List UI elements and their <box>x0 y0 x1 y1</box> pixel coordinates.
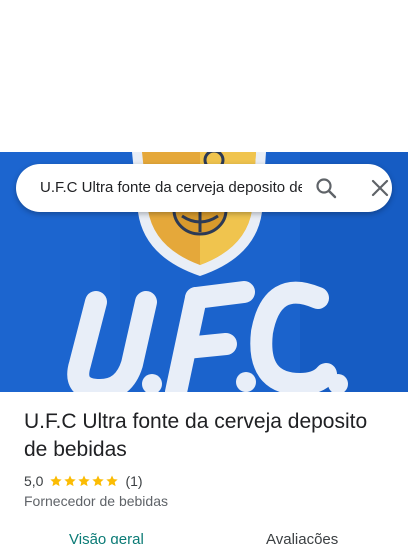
map-blank-area <box>0 0 408 152</box>
star-icon <box>106 475 119 487</box>
rating-value: 5,0 <box>24 473 44 489</box>
search-bar[interactable]: U.F.C Ultra fonte da cerveja deposito de… <box>16 164 392 212</box>
star-icon <box>78 475 91 487</box>
star-rating <box>49 474 119 488</box>
review-count[interactable]: (1) <box>125 473 142 489</box>
rating-row[interactable]: 5,0 (1) <box>24 471 143 491</box>
star-icon <box>92 475 105 487</box>
tab-reviews[interactable]: Avaliações <box>266 531 338 544</box>
search-input[interactable]: U.F.C Ultra fonte da cerveja deposito de… <box>40 164 302 212</box>
place-category[interactable]: Fornecedor de bebidas <box>24 493 168 509</box>
star-icon <box>50 475 63 487</box>
close-icon[interactable] <box>368 176 392 200</box>
tab-overview[interactable]: Visão geral <box>69 531 144 544</box>
star-icon <box>64 475 77 487</box>
search-icon[interactable] <box>314 176 338 200</box>
place-title: U.F.C Ultra fonte da cerveja deposito de… <box>24 410 368 461</box>
